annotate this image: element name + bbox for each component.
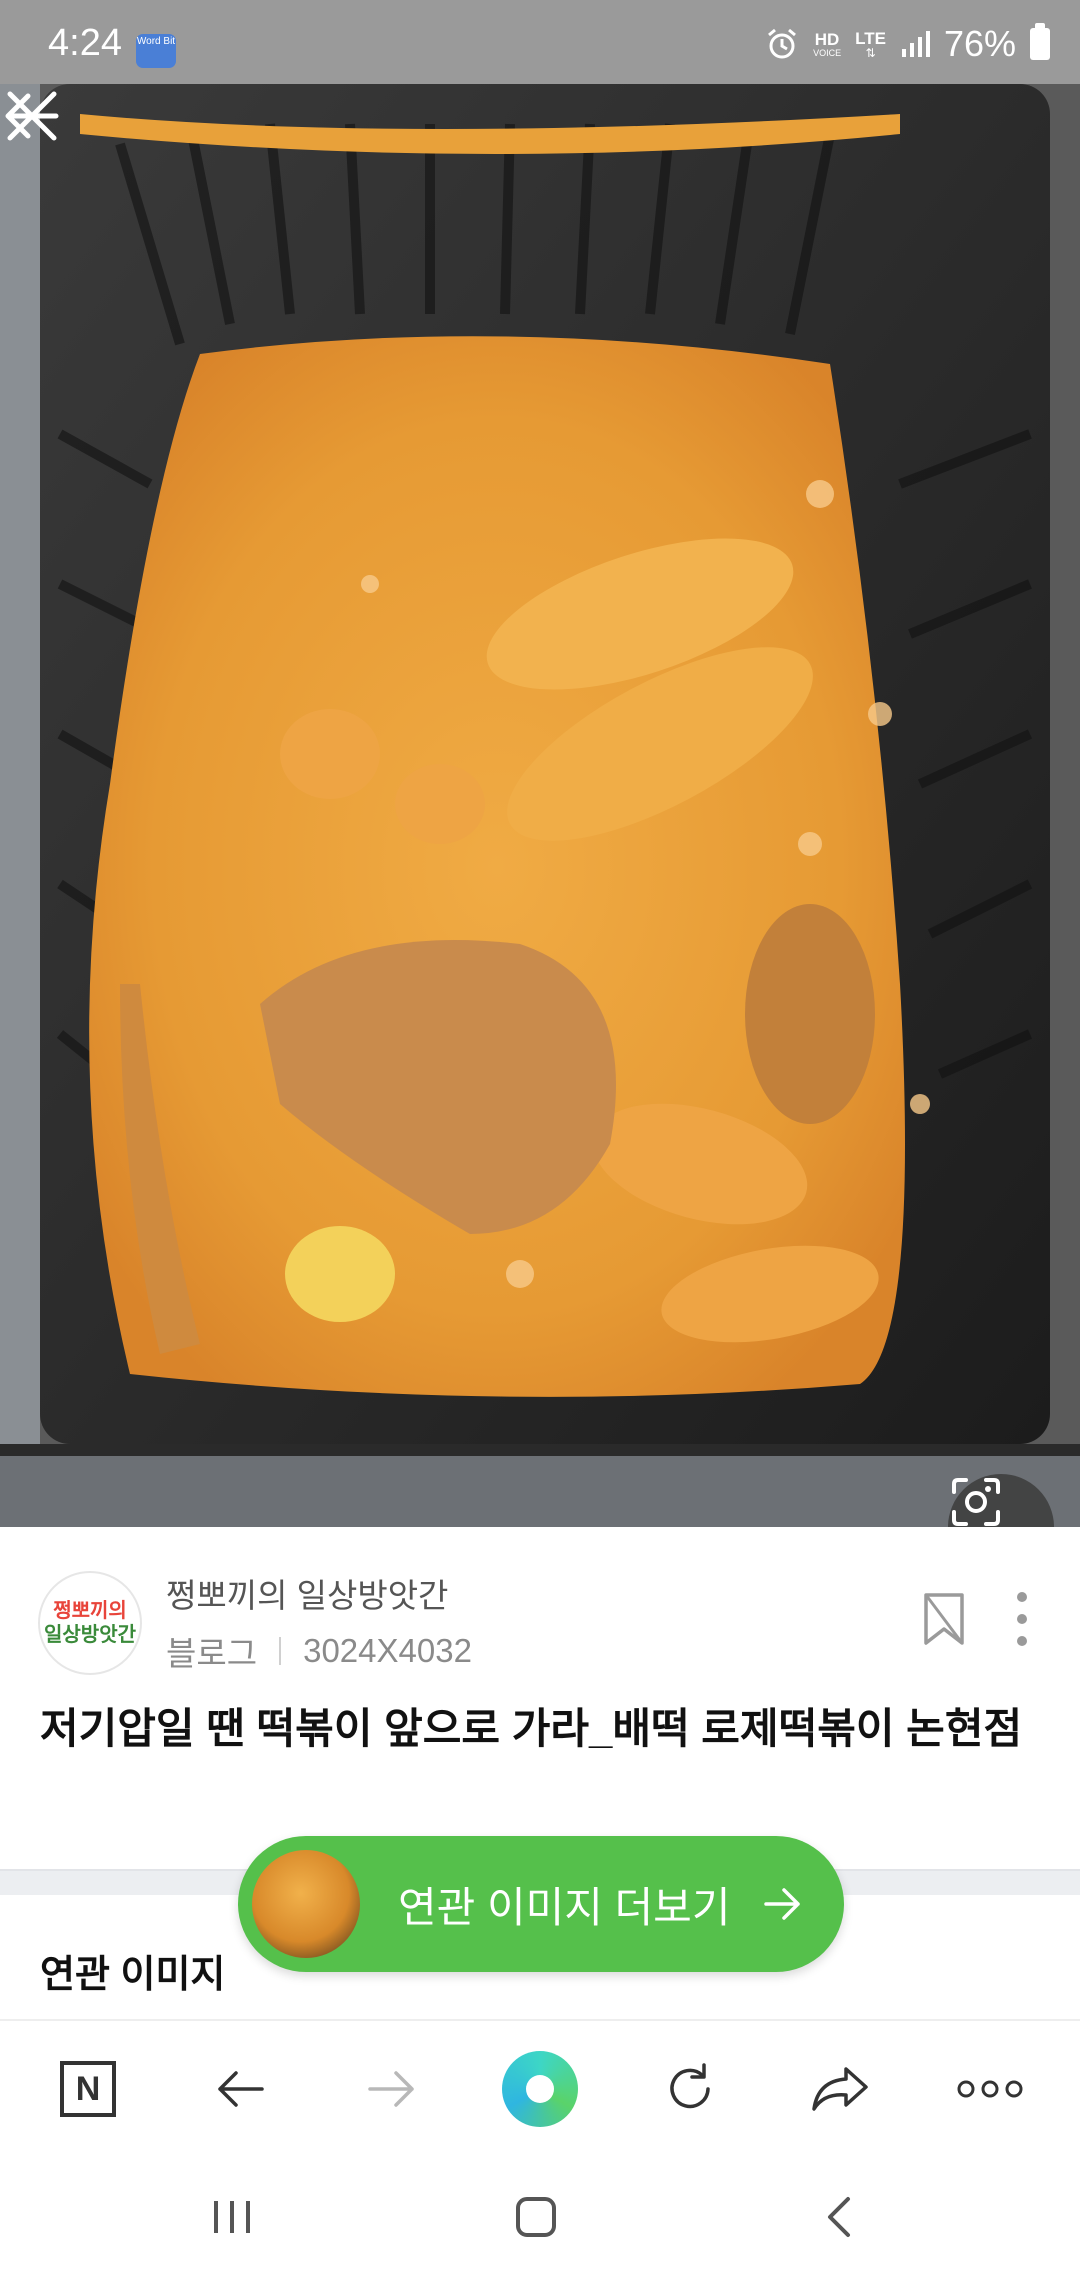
browser-back-button[interactable] [200, 2049, 280, 2129]
chevron-left-icon [828, 2197, 850, 2237]
camera-lens-icon [952, 1478, 1000, 1526]
arrow-right-icon [368, 2071, 414, 2107]
more-related-images-label: 연관 이미지 더보기 [398, 1884, 731, 1931]
green-dot-icon [502, 2051, 578, 2127]
more-vertical-icon[interactable] [1004, 1587, 1040, 1651]
arrow-right-icon [764, 1888, 800, 1920]
more-related-images-button[interactable]: 연관 이미지 더보기 [238, 1836, 844, 1972]
bookmark-icon[interactable] [920, 1591, 968, 1647]
image-resolution: 3024X4032 [303, 1632, 472, 1669]
alarm-icon [768, 28, 797, 59]
home-icon [516, 2197, 556, 2237]
green-dot-button[interactable] [500, 2049, 580, 2129]
system-back-button[interactable] [800, 2185, 880, 2249]
image-meta: 블로그 3024X4032 [166, 1627, 472, 1675]
share-button[interactable] [800, 2049, 880, 2129]
naver-home-button[interactable]: N [48, 2049, 128, 2129]
naver-n-icon: N [60, 2061, 116, 2117]
wordbit-app-icon: Word Bit [136, 34, 176, 68]
status-bar: 4:24 Word Bit HD VOICE LTE ⇅ 76% [0, 0, 1080, 84]
image-info-panel: 쩡뽀끼의 일상방앗간 쩡뽀끼의 일상방앗간 블로그 3024X4032 저기압일… [0, 1527, 1080, 1869]
browser-toolbar: N [0, 2021, 1080, 2155]
recent-apps-icon [214, 2201, 250, 2233]
refresh-icon [670, 2063, 710, 2109]
avatar[interactable]: 쩡뽀끼의 일상방앗간 [38, 1571, 142, 1675]
status-time: 4:24 [48, 22, 122, 64]
system-nav-bar [0, 2155, 1080, 2280]
image-viewer[interactable] [0, 84, 1080, 1527]
lte-indicator: LTE ⇅ [855, 28, 886, 60]
home-button[interactable] [496, 2185, 576, 2249]
battery-icon [1030, 23, 1050, 60]
post-title[interactable]: 저기압일 땐 떡볶이 앞으로 가라_배떡 로제떡볶이 논현점 [40, 1699, 1040, 1759]
more-horizontal-icon [957, 2080, 1023, 2098]
tteokbokki-photo [0, 84, 1080, 1527]
hd-voice-indicator: HD VOICE [813, 29, 842, 58]
share-icon [812, 2067, 868, 2111]
related-images-heading: 연관 이미지 [40, 1954, 226, 1996]
signal-icon [901, 31, 930, 57]
recent-apps-button[interactable] [192, 2185, 272, 2249]
meta-divider [279, 1637, 282, 1665]
arrow-left-icon [218, 2071, 264, 2107]
source-type: 블로그 [166, 1635, 258, 1672]
refresh-button[interactable] [650, 2049, 730, 2129]
related-thumbnail [252, 1850, 360, 1958]
status-indicators: HD VOICE LTE ⇅ 76% [765, 23, 1050, 64]
blog-name-link[interactable]: 쩡뽀끼의 일상방앗간 [166, 1569, 448, 1617]
close-icon[interactable] [0, 84, 64, 148]
more-menu-button[interactable] [950, 2049, 1030, 2129]
browser-forward-button[interactable] [352, 2049, 432, 2129]
battery-percent: 76% [943, 23, 1016, 64]
